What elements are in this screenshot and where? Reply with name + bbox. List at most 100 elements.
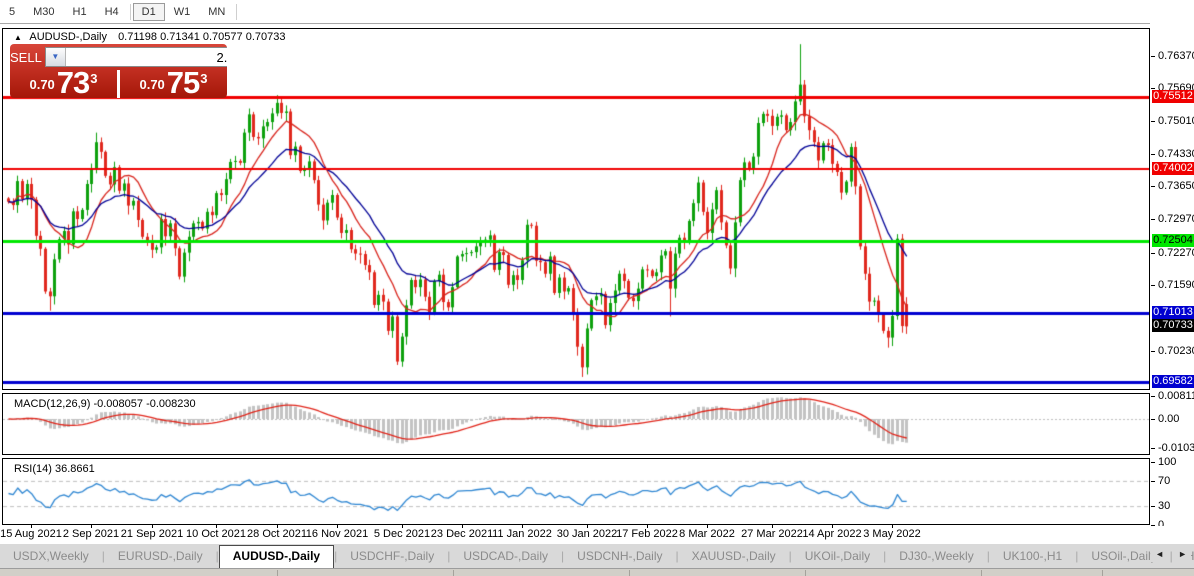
buy-price-prefix: 0.70 xyxy=(139,74,164,96)
price-tick-label: 0.74330 xyxy=(1158,148,1194,160)
price-level-badge: 0.71013 xyxy=(1152,306,1194,319)
price-tick-label: 0.75010 xyxy=(1158,115,1194,127)
axis-tick-mark xyxy=(1151,154,1155,155)
axis-tick-mark xyxy=(1151,56,1155,57)
sell-price-pip: 3 xyxy=(90,62,97,96)
axis-tick-mark xyxy=(1151,285,1155,286)
axis-tick-mark xyxy=(1151,419,1155,420)
axis-tick-mark xyxy=(1151,88,1155,89)
macd-tick-label: 0.00 xyxy=(1158,413,1179,425)
date-label: 5 Dec 2021 xyxy=(374,528,430,540)
symbol-tab-usdcnhdaily[interactable]: USDCNH-,Daily xyxy=(564,545,675,567)
price-level-badge: 0.72504 xyxy=(1152,234,1194,247)
price-tick-label: 0.73650 xyxy=(1158,180,1194,192)
timeframe-button-h1[interactable]: H1 xyxy=(64,3,96,21)
axis-tick-mark xyxy=(1151,396,1155,397)
date-label: 17 Feb 2022 xyxy=(616,528,678,540)
volume-decrease-button[interactable]: ▼ xyxy=(46,48,66,66)
collapse-triangle-icon[interactable]: ▲ xyxy=(14,33,22,42)
macd-tick-label: 0.00811 xyxy=(1158,390,1194,402)
strip-separator xyxy=(277,570,278,576)
timeframe-button-h4[interactable]: H4 xyxy=(96,3,128,21)
date-label: 21 Sep 2021 xyxy=(121,528,183,540)
macd-tick-label: -0.010311 xyxy=(1158,442,1194,454)
strip-separator xyxy=(453,570,454,576)
timeframe-button-m30[interactable]: M30 xyxy=(24,3,63,21)
axis-tick-mark xyxy=(1151,186,1155,187)
timeframe-button-mn[interactable]: MN xyxy=(199,3,234,21)
one-click-trading-widget: SELL ▼ ▲ BUY 0.70 73 3 0.70 75 3 xyxy=(10,44,227,98)
rsi-tick-label: 100 xyxy=(1158,456,1176,468)
price-axis[interactable]: 0.763700.756900.750100.743300.736500.729… xyxy=(1150,0,1194,576)
date-label: 30 Jan 2022 xyxy=(557,528,618,540)
price-level-badge: 0.69582 xyxy=(1152,375,1194,388)
date-label: 3 May 2022 xyxy=(863,528,920,540)
price-level-badge: 0.75512 xyxy=(1152,90,1194,103)
axis-tick-mark xyxy=(1151,462,1155,463)
sell-price-digits: 73 xyxy=(57,70,89,96)
symbol-tab-bar: USDX,Weekly|EURUSD-,Daily|AUDUSD-,Daily|… xyxy=(0,544,1194,568)
symbol-tab-xauusddaily[interactable]: XAUUSD-,Daily xyxy=(679,545,789,567)
tab-scroll-arrows: ◄ ► xyxy=(1151,546,1191,562)
symbol-tab-eurusddaily[interactable]: EURUSD-,Daily xyxy=(105,545,216,567)
rsi-tick-label: 30 xyxy=(1158,500,1170,512)
symbol-tab-usdcaddaily[interactable]: USDCAD-,Daily xyxy=(450,545,561,567)
date-label: 28 Oct 2021 xyxy=(247,528,307,540)
timeframe-buttons: 5M30H1H4 D1W1MN xyxy=(0,0,239,23)
symbol-tab-audusddaily[interactable]: AUDUSD-,Daily xyxy=(219,545,334,568)
rsi-indicator-pane[interactable] xyxy=(2,458,1150,525)
strip-separator xyxy=(981,570,982,576)
date-axis[interactable]: 15 Aug 20212 Sep 202121 Sep 202110 Oct 2… xyxy=(0,526,1194,542)
axis-tick-mark xyxy=(1151,253,1155,254)
axis-tick-mark xyxy=(1151,481,1155,482)
date-label: 27 Mar 2022 xyxy=(741,528,803,540)
price-tick-label: 0.70230 xyxy=(1158,345,1194,357)
sell-price-display[interactable]: 0.70 73 3 xyxy=(10,70,117,98)
axis-tick-mark xyxy=(1151,121,1155,122)
date-label: 23 Dec 2021 xyxy=(431,528,493,540)
sell-button[interactable]: SELL xyxy=(10,50,42,65)
price-level-badge: 0.70733 xyxy=(1152,319,1194,332)
timeframe-button-d1[interactable]: D1 xyxy=(133,3,165,21)
symbol-tab-uk100h1[interactable]: UK100-,H1 xyxy=(990,545,1075,567)
date-label: 8 Mar 2022 xyxy=(679,528,735,540)
chart-symbol-label: AUDUSD-,Daily xyxy=(29,31,107,43)
trade-widget-price-row: 0.70 73 3 0.70 75 3 xyxy=(10,70,227,98)
price-tick-label: 0.71590 xyxy=(1158,279,1194,291)
toolbar-divider-highlight xyxy=(0,24,1194,25)
toolbar-separator xyxy=(130,4,131,20)
symbol-tab-usdxweekly[interactable]: USDX,Weekly xyxy=(0,545,102,567)
bottom-panel-strip xyxy=(0,568,1194,576)
rsi-canvas[interactable] xyxy=(3,459,1149,524)
mt4-window: 5M30H1H4 D1W1MN ▲ AUDUSD-,Daily 0.71198 0… xyxy=(0,0,1194,576)
strip-separator xyxy=(629,570,630,576)
rsi-label: RSI(14) 36.8661 xyxy=(14,463,95,475)
timeframe-button-w1[interactable]: W1 xyxy=(165,3,200,21)
date-label: 2 Sep 2021 xyxy=(63,528,119,540)
symbol-tab-ukoildaily[interactable]: UKOil-,Daily xyxy=(792,545,883,567)
buy-price-pip: 3 xyxy=(200,62,207,96)
timeframe-toolbar: 5M30H1H4 D1W1MN xyxy=(0,0,1194,23)
tab-scroll-right-button[interactable]: ► xyxy=(1174,546,1191,562)
symbol-tab-usdchfdaily[interactable]: USDCHF-,Daily xyxy=(337,545,447,567)
date-label: 14 Apr 2022 xyxy=(802,528,861,540)
rsi-tick-label: 70 xyxy=(1158,475,1170,487)
date-label: 11 Jan 2022 xyxy=(492,528,552,540)
price-level-badge: 0.74002 xyxy=(1152,162,1194,175)
chart-ohlc-values: 0.71198 0.71341 0.70577 0.70733 xyxy=(118,31,285,43)
price-tick-label: 0.72270 xyxy=(1158,247,1194,259)
buy-price-display[interactable]: 0.70 75 3 xyxy=(120,70,227,98)
date-label: 15 Aug 2021 xyxy=(0,528,62,540)
axis-tick-mark xyxy=(1151,351,1155,352)
date-label: 16 Nov 2021 xyxy=(306,528,368,540)
symbol-tab-dj30weekly[interactable]: DJ30-,Weekly xyxy=(886,545,986,567)
macd-label: MACD(12,26,9) -0.008057 -0.008230 xyxy=(14,398,196,410)
strip-separator xyxy=(1102,570,1103,576)
timeframe-button-5[interactable]: 5 xyxy=(0,3,24,21)
date-label: 10 Oct 2021 xyxy=(186,528,246,540)
axis-tick-mark xyxy=(1151,219,1155,220)
tab-scroll-left-button[interactable]: ◄ xyxy=(1151,546,1168,562)
axis-tick-mark xyxy=(1151,506,1155,507)
sell-price-prefix: 0.70 xyxy=(29,74,54,96)
buy-price-digits: 75 xyxy=(167,70,199,96)
